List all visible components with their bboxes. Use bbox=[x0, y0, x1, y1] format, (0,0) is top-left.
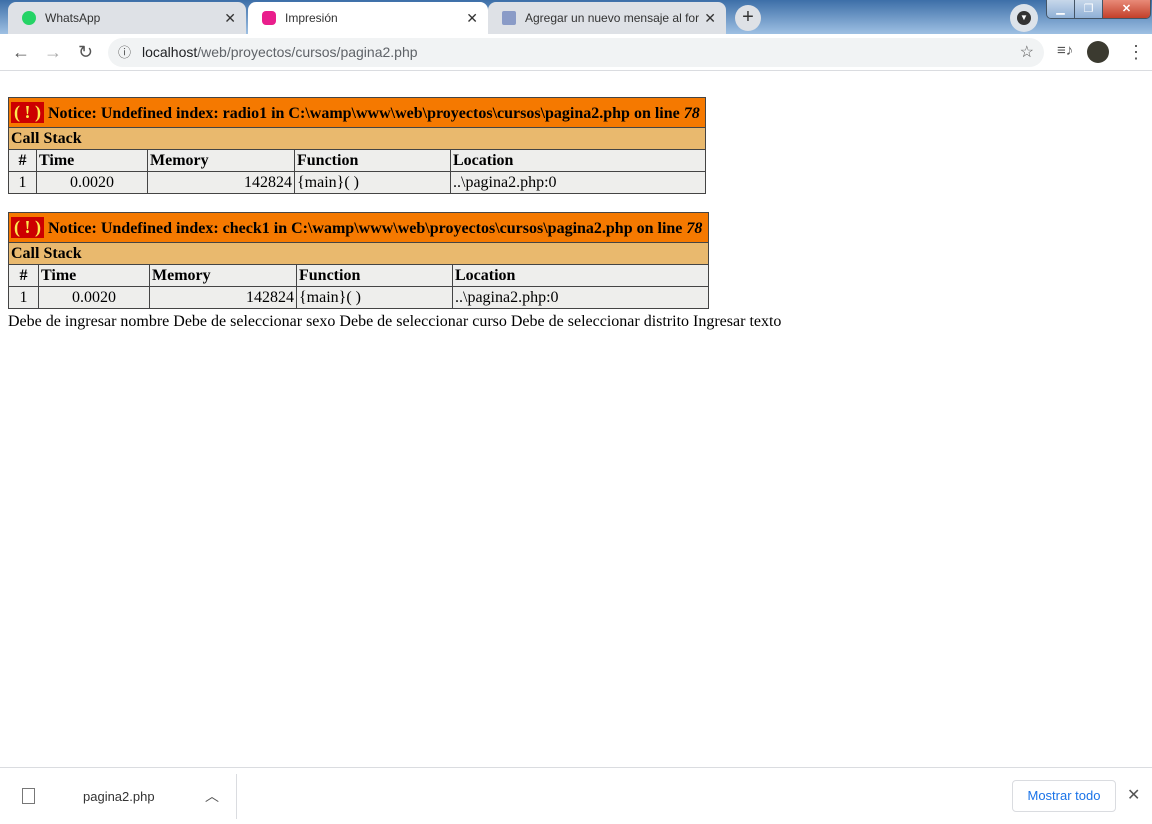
cell-function: {main}( ) bbox=[296, 286, 453, 309]
cell-location: ..\pagina2.php:0 bbox=[452, 286, 709, 309]
table-row: 1 0.0020 142824 {main}( ) ..\pagina2.php:0 bbox=[8, 171, 706, 194]
avatar[interactable] bbox=[1087, 41, 1109, 63]
notice-line: 78 bbox=[686, 220, 703, 237]
tab-impresion[interactable]: Impresión ✕ bbox=[248, 2, 488, 34]
call-stack-header: Call Stack bbox=[8, 127, 706, 150]
info-icon[interactable]: ⓘ bbox=[118, 38, 131, 67]
show-all-button[interactable]: Mostrar todo bbox=[1012, 780, 1116, 812]
cell-memory: 142824 bbox=[149, 286, 297, 309]
cell-number: 1 bbox=[8, 286, 39, 309]
close-tab-icon[interactable]: ✕ bbox=[466, 10, 478, 27]
menu-icon[interactable]: ⋮ bbox=[1127, 42, 1145, 63]
validation-message: Debe de ingresar nombre Debe de seleccio… bbox=[8, 313, 782, 330]
tab-whatsapp[interactable]: WhatsApp ✕ bbox=[8, 2, 246, 34]
close-tab-icon[interactable]: ✕ bbox=[224, 10, 236, 27]
tab-title: WhatsApp bbox=[45, 11, 101, 25]
error-table-1: ( ! ) Notice: Undefined index: radio1 in … bbox=[8, 97, 706, 194]
chevron-down-icon: ▼ bbox=[1017, 10, 1031, 25]
download-bar: pagina2.php ︿ Mostrar todo ✕ bbox=[0, 767, 1152, 824]
whatsapp-icon bbox=[22, 11, 36, 25]
col-time: Time bbox=[38, 264, 150, 287]
notice-text: Notice: Undefined index: radio1 in C:\wa… bbox=[47, 105, 684, 122]
notice-header: ( ! ) Notice: Undefined index: check1 in … bbox=[8, 212, 709, 243]
tab-search-button[interactable]: ▼ bbox=[1010, 4, 1038, 32]
download-filename: pagina2.php bbox=[83, 789, 155, 804]
error-table-2: ( ! ) Notice: Undefined index: check1 in … bbox=[8, 212, 709, 309]
close-tab-icon[interactable]: ✕ bbox=[704, 10, 716, 27]
call-stack-header: Call Stack bbox=[8, 242, 709, 265]
notice-text: Notice: Undefined index: check1 in C:\wa… bbox=[47, 220, 687, 237]
col-memory: Memory bbox=[149, 264, 297, 287]
wamp-icon bbox=[262, 11, 276, 25]
address-bar[interactable]: ⓘ localhost/web/proyectos/cursos/pagina2… bbox=[108, 38, 1044, 67]
col-function: Function bbox=[296, 264, 453, 287]
window-controls: ▁ ❐ ✕ bbox=[1046, 0, 1151, 19]
tab-title: Impresión bbox=[285, 11, 338, 25]
page-content: ( ! ) Notice: Undefined index: radio1 in … bbox=[8, 97, 709, 327]
col-location: Location bbox=[450, 149, 706, 172]
reload-icon[interactable]: ↻ bbox=[78, 42, 93, 63]
col-location: Location bbox=[452, 264, 709, 287]
col-memory: Memory bbox=[147, 149, 295, 172]
tab-title: Agregar un nuevo mensaje al for bbox=[525, 11, 700, 25]
forward-icon[interactable]: → bbox=[44, 42, 62, 63]
col-number: # bbox=[8, 264, 39, 287]
cell-location: ..\pagina2.php:0 bbox=[450, 171, 706, 194]
back-icon[interactable]: ← bbox=[12, 42, 30, 63]
file-icon bbox=[22, 788, 35, 804]
restore-button[interactable]: ❐ bbox=[1075, 0, 1103, 18]
minimize-button[interactable]: ▁ bbox=[1047, 0, 1075, 18]
star-icon[interactable]: ☆ bbox=[1020, 38, 1034, 67]
col-function: Function bbox=[294, 149, 451, 172]
table-row: 1 0.0020 142824 {main}( ) ..\pagina2.php:0 bbox=[8, 286, 709, 309]
tab-strip: WhatsApp ✕ Impresión ✕ Agregar un nuevo me… bbox=[0, 0, 1152, 34]
warning-icon: ( ! ) bbox=[11, 217, 44, 238]
col-number: # bbox=[8, 149, 37, 172]
notice-header: ( ! ) Notice: Undefined index: radio1 in … bbox=[8, 97, 706, 128]
url-path: /web/proyectos/cursos/pagina2.php bbox=[197, 44, 418, 60]
cell-memory: 142824 bbox=[147, 171, 295, 194]
warning-icon: ( ! ) bbox=[11, 102, 44, 123]
notice-line: 78 bbox=[683, 105, 700, 122]
cell-function: {main}( ) bbox=[294, 171, 451, 194]
braces-icon bbox=[502, 11, 516, 25]
cell-number: 1 bbox=[8, 171, 37, 194]
cell-time: 0.0020 bbox=[38, 286, 150, 309]
download-item[interactable]: pagina2.php ︿ bbox=[0, 774, 237, 819]
media-control-icon[interactable]: ≡♪ bbox=[1057, 42, 1073, 59]
browser-toolbar: ← → ↻ ⓘ localhost/web/proyectos/cursos/p… bbox=[0, 34, 1152, 71]
col-time: Time bbox=[36, 149, 148, 172]
cell-time: 0.0020 bbox=[36, 171, 148, 194]
close-icon[interactable]: ✕ bbox=[1127, 785, 1140, 805]
tab-agregar[interactable]: Agregar un nuevo mensaje al for ✕ bbox=[488, 2, 726, 34]
close-window-button[interactable]: ✕ bbox=[1103, 0, 1150, 18]
chevron-up-icon[interactable]: ︿ bbox=[205, 786, 219, 806]
url-host: localhost bbox=[142, 44, 198, 60]
new-tab-button[interactable]: + bbox=[735, 5, 761, 31]
